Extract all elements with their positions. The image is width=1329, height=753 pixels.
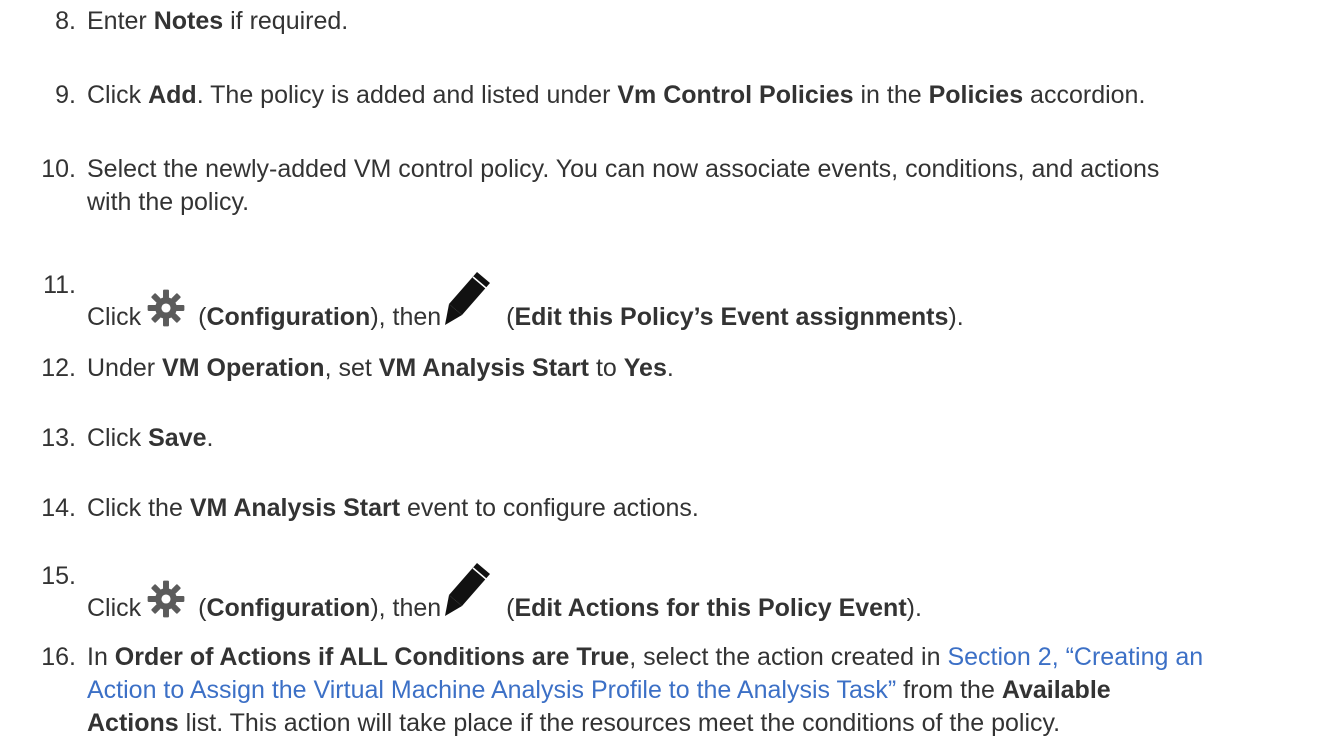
pencil-icon[interactable] [443,560,493,620]
gear-icon[interactable] [145,577,187,621]
step-text: Under VM Operation, set VM Analysis Star… [87,354,674,382]
step-text: Enter Notes if required. [87,7,349,35]
step-number: 9. [55,81,76,109]
section-link[interactable]: Section 2, “Creating an [947,643,1203,671]
step-number: 12. [41,354,76,382]
step-text: In Order of Actions if ALL Conditions ar… [87,643,1204,737]
step-number: 16. [41,643,76,671]
step-number: 14. [41,494,76,522]
step-text: Select the newly-added VM control policy… [87,155,1160,216]
step-number: 13. [41,424,76,452]
step-number: 11. [43,271,76,299]
section-link-continued[interactable]: Action to Assign the Virtual Machine Ana… [87,676,896,704]
pencil-icon[interactable] [443,269,493,329]
step-text: Click (Configuration), then (Edit Action… [87,560,1317,625]
step-text: Click the VM Analysis Start event to con… [87,494,699,522]
step-text: Click Add. The policy is added and liste… [87,81,1146,109]
step-number: 8. [55,7,76,35]
step-number: 10. [41,155,76,183]
step-text: Click (Configuration), then (Edit this P… [87,269,1317,334]
step-number: 15. [41,562,76,590]
gear-icon[interactable] [145,286,187,330]
step-text: Click Save. [87,424,214,452]
